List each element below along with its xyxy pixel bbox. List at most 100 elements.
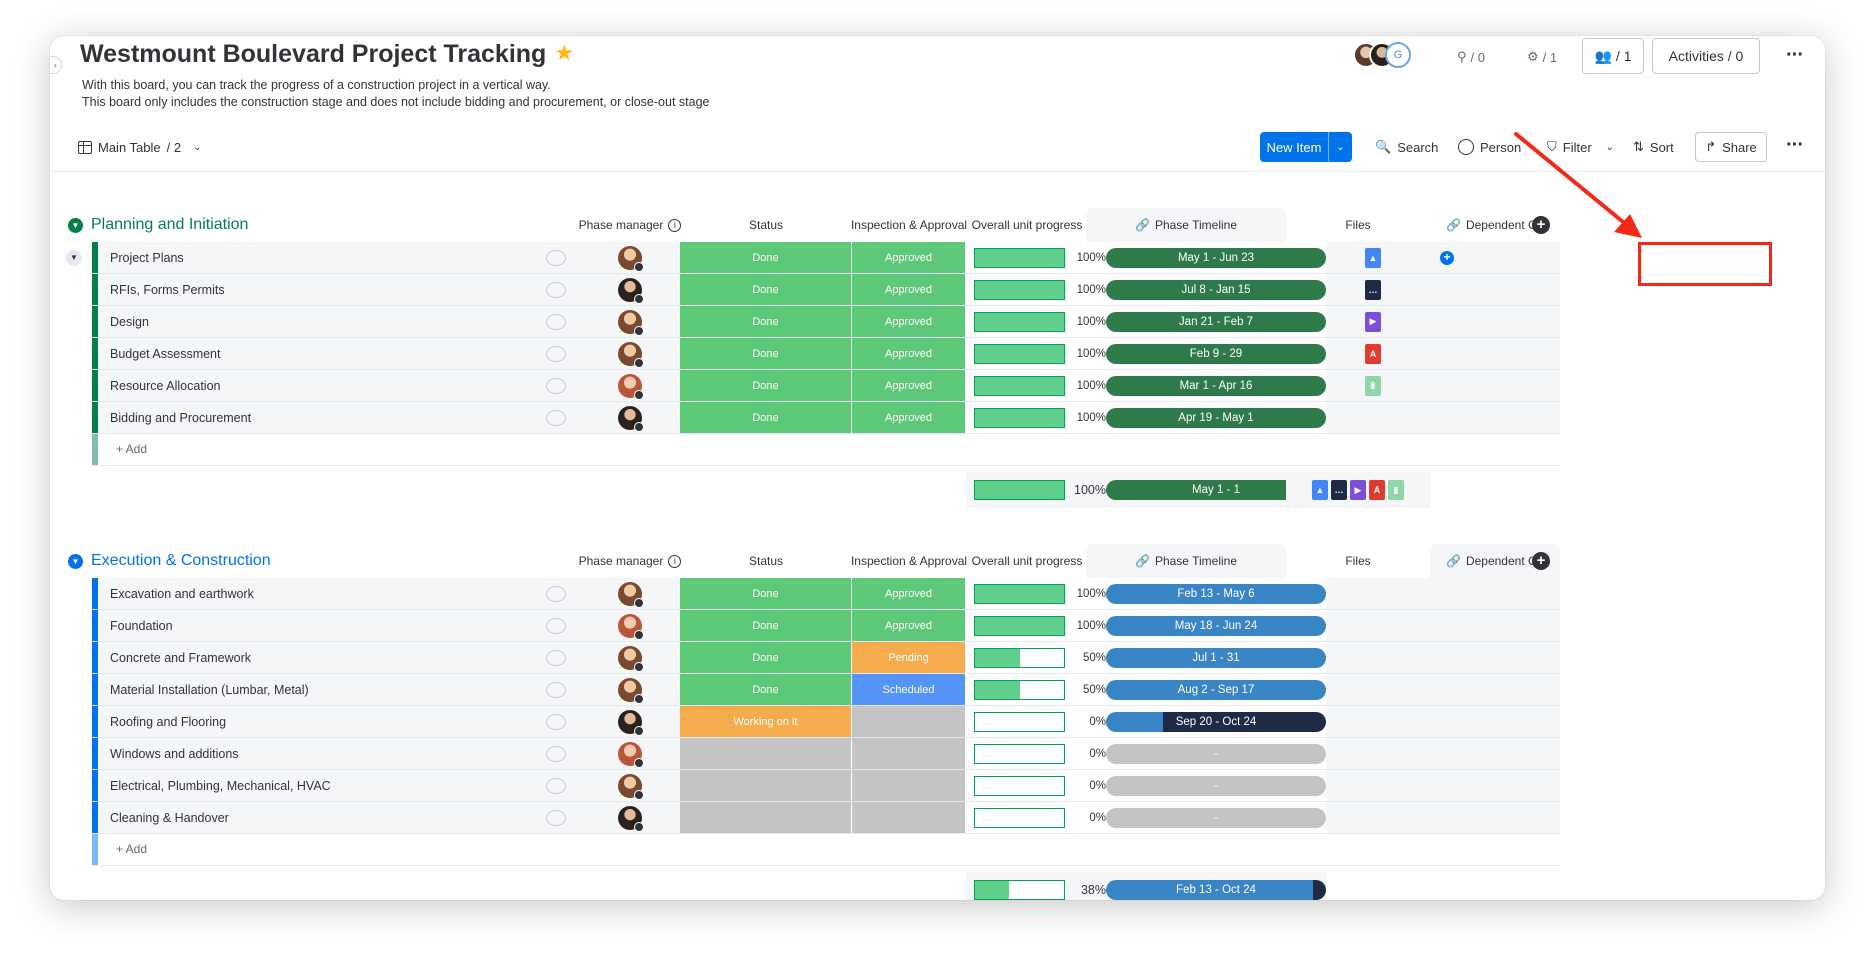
add-item-row[interactable]: + Add bbox=[92, 834, 1560, 866]
inspection-cell[interactable]: Scheduled bbox=[852, 674, 966, 705]
files-cell[interactable] bbox=[1306, 674, 1440, 705]
status-cell[interactable]: Done bbox=[680, 274, 852, 305]
item-name[interactable]: Design bbox=[98, 306, 532, 337]
person-avatar[interactable] bbox=[618, 373, 644, 400]
dependent-on-cell[interactable] bbox=[1430, 306, 1560, 337]
status-cell[interactable] bbox=[680, 770, 852, 801]
person-avatar[interactable] bbox=[618, 341, 644, 368]
dependent-on-cell[interactable] bbox=[1430, 402, 1560, 433]
item-updates-button[interactable] bbox=[532, 802, 580, 833]
item-name[interactable]: Resource Allocation bbox=[98, 370, 532, 401]
files-cell[interactable]: ▲ bbox=[1306, 242, 1440, 273]
files-cell[interactable] bbox=[1306, 738, 1440, 769]
timeline-cell[interactable]: May 18 - Jun 24 bbox=[1106, 610, 1326, 641]
inspection-cell[interactable] bbox=[852, 738, 966, 769]
phase-manager-cell[interactable] bbox=[580, 402, 680, 433]
board-title[interactable]: Westmount Boulevard Project Tracking ★ bbox=[80, 40, 574, 69]
view-selector[interactable]: Main Table / 2 ⌄ bbox=[78, 132, 202, 162]
timeline-pill[interactable]: Mar 1 - Apr 16 bbox=[1106, 375, 1326, 396]
activities-button[interactable]: Activities / 0 bbox=[1652, 38, 1760, 74]
item-name[interactable]: Roofing and Flooring bbox=[98, 706, 532, 737]
item-updates-button[interactable] bbox=[532, 578, 580, 609]
status-cell[interactable]: Done bbox=[680, 578, 852, 609]
inspection-cell[interactable]: Approved bbox=[852, 578, 966, 609]
person-avatar[interactable] bbox=[618, 709, 644, 736]
item-name[interactable]: Project Plans bbox=[98, 242, 532, 273]
add-item-row[interactable]: + Add bbox=[92, 434, 1560, 466]
files-cell[interactable] bbox=[1306, 642, 1440, 673]
dependent-on-cell[interactable] bbox=[1430, 578, 1560, 609]
timeline-cell[interactable]: - bbox=[1106, 770, 1326, 801]
column-header-status[interactable]: Status bbox=[680, 544, 852, 578]
drive-file-icon[interactable]: ▲ bbox=[1312, 480, 1328, 500]
favorite-star-icon[interactable]: ★ bbox=[554, 40, 574, 65]
column-header-progress[interactable]: Overall unit progressi bbox=[966, 544, 1106, 578]
person-avatar[interactable] bbox=[618, 805, 644, 832]
item-name[interactable]: Bidding and Procurement bbox=[98, 402, 532, 433]
item-updates-button[interactable] bbox=[532, 370, 580, 401]
video-file-icon[interactable]: ▶ bbox=[1365, 311, 1381, 332]
dependent-on-cell[interactable] bbox=[1430, 338, 1560, 369]
status-cell[interactable]: Done bbox=[680, 402, 852, 433]
item-updates-button[interactable] bbox=[532, 642, 580, 673]
inspection-cell[interactable] bbox=[852, 770, 966, 801]
timeline-cell[interactable]: Apr 19 - May 1 bbox=[1106, 402, 1326, 433]
timeline-pill[interactable]: - bbox=[1106, 807, 1326, 828]
item-name[interactable]: Material Installation (Lumbar, Metal) bbox=[98, 674, 532, 705]
add-dependency-plus-icon[interactable]: + bbox=[1440, 250, 1454, 265]
phase-manager-cell[interactable] bbox=[580, 674, 680, 705]
table-row[interactable]: Budget Assessment Done Approved 100% Feb 9 -… bbox=[92, 338, 1560, 370]
status-cell[interactable]: Done bbox=[680, 306, 852, 337]
item-updates-button[interactable] bbox=[532, 674, 580, 705]
item-updates-button[interactable] bbox=[532, 738, 580, 769]
guest-avatar-icon[interactable]: G bbox=[1385, 42, 1411, 68]
dependent-on-cell[interactable] bbox=[1430, 674, 1560, 705]
timeline-pill[interactable]: Feb 13 - May 6 bbox=[1106, 583, 1326, 604]
timeline-pill[interactable]: - bbox=[1106, 743, 1326, 764]
column-header-files[interactable]: Files bbox=[1286, 544, 1430, 578]
inspection-cell[interactable]: Approved bbox=[852, 338, 966, 369]
files-cell[interactable]: … bbox=[1306, 274, 1440, 305]
timeline-pill[interactable]: Aug 2 - Sep 17 bbox=[1106, 679, 1326, 700]
dependent-on-cell[interactable] bbox=[1430, 706, 1560, 737]
timeline-cell[interactable]: Feb 13 - May 6 bbox=[1106, 578, 1326, 609]
phase-manager-cell[interactable] bbox=[580, 706, 680, 737]
column-header-inspection[interactable]: Inspection & Approval bbox=[851, 208, 967, 242]
table-row[interactable]: Electrical, Plumbing, Mechanical, HVAC 0%… bbox=[92, 770, 1560, 802]
item-updates-button[interactable] bbox=[532, 770, 580, 801]
status-cell[interactable]: Done bbox=[680, 642, 852, 673]
new-item-dropdown-chevron-icon[interactable]: ⌄ bbox=[1328, 132, 1352, 162]
timeline-pill[interactable]: May 18 - Jun 24 bbox=[1106, 615, 1326, 636]
item-name[interactable]: Excavation and earthwork bbox=[98, 578, 532, 609]
inspection-cell[interactable]: Approved bbox=[852, 242, 966, 273]
item-updates-button[interactable] bbox=[532, 610, 580, 641]
table-row[interactable]: Bidding and Procurement Done Approved 100% A… bbox=[92, 402, 1560, 434]
subitems-expand-chevron-icon[interactable]: ▼ bbox=[66, 250, 82, 266]
timeline-pill[interactable]: Jul 1 - 31 bbox=[1106, 647, 1326, 668]
item-updates-button[interactable] bbox=[532, 242, 580, 273]
phase-manager-cell[interactable] bbox=[580, 370, 680, 401]
pdf-file-icon[interactable]: A bbox=[1365, 343, 1381, 364]
table-row[interactable]: Resource Allocation Done Approved 100% Mar 1… bbox=[92, 370, 1560, 402]
person-avatar[interactable] bbox=[618, 773, 644, 800]
table-row[interactable]: Design Done Approved 100% Jan 21 - Feb 7 ▶ bbox=[92, 306, 1560, 338]
dependent-on-cell[interactable] bbox=[1430, 738, 1560, 769]
column-header-timeline[interactable]: 🔗 Phase Timeline bbox=[1086, 544, 1286, 578]
timeline-pill[interactable]: Sep 20 - Oct 24 bbox=[1106, 711, 1326, 732]
timeline-pill[interactable]: Feb 9 - 29 bbox=[1106, 343, 1326, 364]
timeline-cell[interactable]: Sep 20 - Oct 24 bbox=[1106, 706, 1326, 737]
timeline-cell[interactable]: May 1 - Jun 23 bbox=[1106, 242, 1326, 273]
document-file-icon[interactable]: … bbox=[1365, 279, 1381, 300]
person-avatar[interactable] bbox=[618, 245, 644, 272]
person-avatar[interactable] bbox=[618, 645, 644, 672]
item-name[interactable]: Cleaning & Handover bbox=[98, 802, 532, 833]
item-updates-button[interactable] bbox=[532, 338, 580, 369]
files-cell[interactable] bbox=[1306, 770, 1440, 801]
item-name[interactable]: Electrical, Plumbing, Mechanical, HVAC bbox=[98, 770, 532, 801]
column-header-phase-manager[interactable]: Phase manager i bbox=[560, 208, 700, 242]
item-name[interactable]: RFIs, Forms Permits bbox=[98, 274, 532, 305]
person-avatar[interactable] bbox=[618, 741, 644, 768]
dependent-on-cell[interactable] bbox=[1430, 642, 1560, 673]
dependent-on-cell[interactable] bbox=[1430, 802, 1560, 833]
pdf-file-icon[interactable]: A bbox=[1369, 480, 1385, 500]
